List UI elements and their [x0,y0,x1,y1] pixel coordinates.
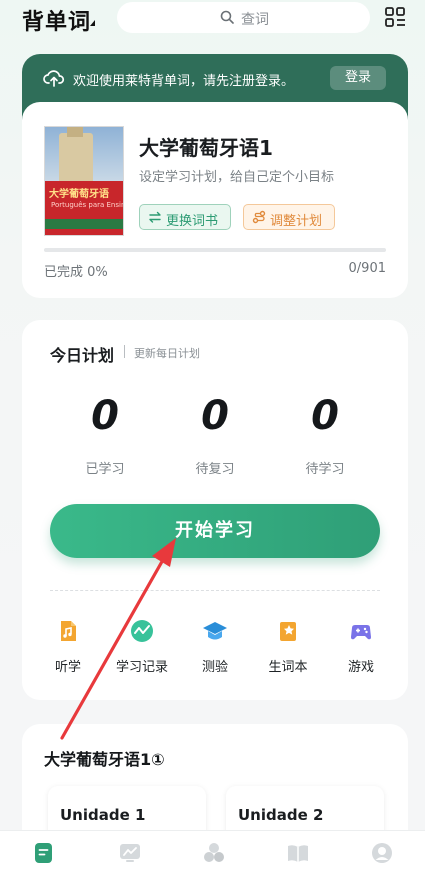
plan-route-icon [252,210,266,224]
progress-bar [44,248,386,252]
chart-icon [120,844,140,862]
record-icon [131,620,153,642]
banner-message: 欢迎使用莱特背单词，请先注册登录。 [73,74,295,89]
adjust-plan-label: 调整计划 [270,214,323,229]
divider [124,345,125,358]
tab-profile[interactable]: 我的 [352,841,412,875]
tool-vocab-book[interactable]: 生词本 [255,618,321,675]
game-icon [351,625,371,640]
change-book-button[interactable]: 更换词书 [139,204,231,230]
tool-label: 学习记录 [115,660,168,675]
stat-label: 待复习 [195,462,235,477]
profile-icon [372,843,392,863]
stat-to-learn: 0 待学习 [270,392,380,477]
adjust-plan-button[interactable]: 调整计划 [243,204,335,230]
tool-game[interactable]: 游戏 [328,618,394,675]
chevron-down-icon[interactable] [90,20,95,26]
cloud-upload-icon [43,70,65,87]
search-icon [220,10,234,24]
search-input[interactable]: 查词 [117,2,370,33]
tab-read[interactable]: 阅读 [268,841,328,875]
stat-label: 待学习 [305,462,345,477]
top-header: 背单词 查词 [0,0,425,44]
book-card: 大学葡萄牙语 Português para Ensino Universitár… [22,102,408,298]
read-icon [288,845,308,862]
page-title[interactable]: 背单词 [22,4,91,36]
search-placeholder: 查词 [241,12,269,28]
group-icon [204,843,224,862]
stat-value: 0 [201,393,229,439]
cover-subtitle: Português para Ensino Universitário [51,201,123,209]
vocab-icon [35,843,52,863]
tool-label: 生词本 [268,660,308,675]
stat-value: 0 [311,393,339,439]
login-button[interactable]: 登录 [330,66,386,90]
book-cover-image[interactable]: 大学葡萄牙语 Português para Ensino Universitár… [44,126,124,236]
daily-plan-card: 今日计划 更新每日计划 0 已学习 0 待复习 0 待学习 开始学习 听学 学习… [22,320,408,700]
unit-label: Unidade 1 [60,806,146,824]
stat-label: 已学习 [85,462,125,477]
quiz-icon [203,622,227,640]
listen-icon [61,621,76,641]
swap-icon [149,211,161,223]
tool-label: 测验 [201,660,228,675]
book-description: 设定学习计划，给自己定个小目标 [139,170,335,185]
tool-label: 听学 [54,660,81,675]
stat-to-review: 0 待复习 [160,392,270,477]
change-book-label: 更换词书 [166,214,219,229]
bottom-tab-bar: 背词 学习 小组 阅读 我的 [0,830,425,875]
plan-title: 今日计划 [50,346,115,365]
tool-study-record[interactable]: 学习记录 [109,618,175,675]
tool-quiz[interactable]: 测验 [182,618,248,675]
stat-value: 0 [91,393,119,439]
tab-study[interactable]: 学习 [100,841,160,875]
tool-listen[interactable]: 听学 [35,618,101,675]
stat-learned: 0 已学习 [50,392,160,477]
update-plan-link[interactable]: 更新每日计划 [134,345,200,361]
units-title: 大学葡萄牙语1① [44,750,165,769]
vocab-book-icon [280,622,296,641]
progress-count: 0/901 [348,261,386,276]
start-learning-button[interactable]: 开始学习 [50,504,380,558]
tool-label: 游戏 [347,660,374,675]
progress-percent: 已完成 0% [44,265,108,280]
cover-title: 大学葡萄牙语 [49,189,109,200]
menu-grid-icon[interactable] [384,6,406,28]
unit-label: Unidade 2 [238,806,324,824]
tab-group[interactable]: 小组 [184,841,244,875]
tab-vocab[interactable]: 背词 [14,841,74,875]
book-title: 大学葡萄牙语1 [139,136,273,160]
dashed-divider [50,590,380,591]
